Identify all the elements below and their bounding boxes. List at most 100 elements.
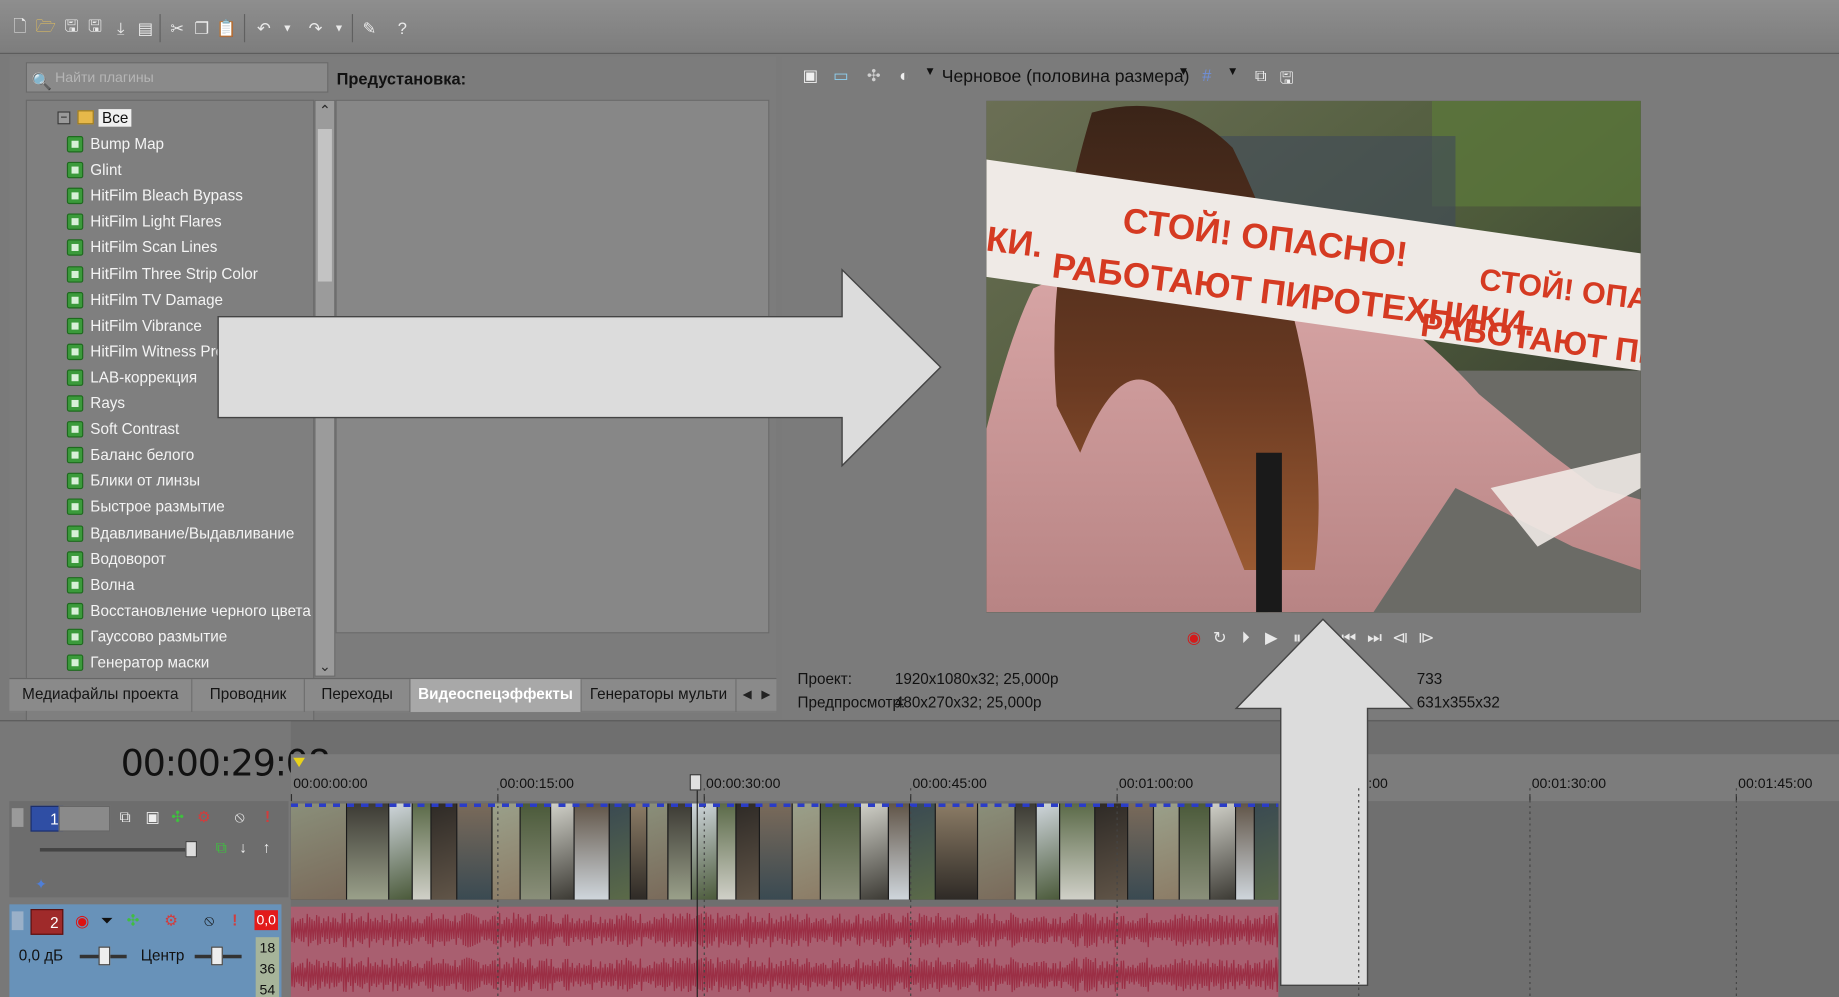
video-track-events[interactable] <box>290 803 1279 900</box>
arm-record-icon[interactable]: ◉ <box>75 911 89 931</box>
video-event-thumbnail[interactable] <box>1128 803 1155 900</box>
video-event-thumbnail[interactable] <box>290 803 348 900</box>
video-event-thumbnail[interactable] <box>347 803 390 900</box>
parent-composite-icon[interactable]: ⧉ <box>216 839 227 858</box>
track-fx-icon[interactable]: ✣ <box>171 808 184 827</box>
video-event-thumbnail[interactable] <box>520 803 552 900</box>
plugin-item[interactable]: Волна <box>66 572 134 598</box>
video-event-thumbnail[interactable] <box>1254 803 1279 900</box>
audio-fx-icon[interactable]: ✣ <box>127 911 140 930</box>
next-frame-icon[interactable]: ⧐ <box>1417 626 1436 647</box>
invert-phase-icon[interactable]: ⏷ <box>101 911 113 930</box>
play-from-start-icon[interactable]: ⏵ <box>1236 626 1255 647</box>
video-event-thumbnail[interactable] <box>1095 803 1129 900</box>
loop-region-marker[interactable] <box>293 757 305 768</box>
video-event-thumbnail[interactable] <box>717 803 737 900</box>
plugin-item[interactable]: HitFilm Vibrance <box>66 313 202 339</box>
video-event-thumbnail[interactable] <box>1015 803 1037 900</box>
new-file-icon[interactable]: 🗋 <box>9 16 30 39</box>
video-event-thumbnail[interactable] <box>457 803 493 900</box>
solo-icon[interactable]: ! <box>265 808 270 826</box>
plugin-item[interactable]: HitFilm Bleach Bypass <box>66 183 243 209</box>
project-properties-icon[interactable]: ▣ <box>800 66 821 89</box>
video-event-thumbnail[interactable] <box>609 803 631 900</box>
copy-snapshot-icon[interactable]: ⧉ <box>1250 66 1271 89</box>
audio-track-header[interactable]: 2 ◉ ⏷ ✣ ⚙ ⦸ ! 0,0 дБ Центр <box>9 904 282 997</box>
stop-icon[interactable]: ■ <box>1314 626 1333 647</box>
plugin-item[interactable]: HitFilm Scan Lines <box>66 235 217 261</box>
timeline-playhead[interactable] <box>696 774 698 997</box>
plugin-item[interactable]: Восстановление черного цвета <box>66 598 311 624</box>
automation-icon[interactable]: ⚙ <box>197 808 211 827</box>
level-slider-handle[interactable] <box>185 840 198 858</box>
video-event-thumbnail[interactable] <box>1210 803 1237 900</box>
video-event-thumbnail[interactable] <box>431 803 458 900</box>
fx-icon[interactable]: ✣ <box>863 66 884 89</box>
open-folder-icon[interactable]: 🗁 <box>35 16 56 39</box>
plugin-item[interactable]: HitFilm TV Damage <box>66 287 223 313</box>
mute-icon[interactable]: ⦸ <box>235 808 245 827</box>
plugin-item[interactable]: HitFilm Three Strip Color <box>66 261 258 287</box>
play-icon[interactable]: ▶ <box>1262 626 1281 647</box>
prev-frame-icon[interactable]: ⧏ <box>1391 626 1410 647</box>
video-event-thumbnail[interactable] <box>412 803 432 900</box>
render-icon[interactable]: ⤓ <box>110 16 131 39</box>
overlays-dropdown-icon[interactable]: ▼ <box>1222 66 1243 89</box>
audio-solo-icon[interactable]: ! <box>232 911 237 929</box>
plugin-item[interactable]: Bump Map <box>66 131 164 157</box>
tab-transitions[interactable]: Переходы <box>305 679 411 712</box>
tab-media-generators[interactable]: Генераторы мульти <box>582 679 737 712</box>
split-screen-icon[interactable]: ◐ <box>894 66 915 89</box>
video-event-thumbnail[interactable] <box>910 803 936 900</box>
video-event-thumbnail[interactable] <box>389 803 413 900</box>
plugin-item[interactable]: Rays <box>66 391 125 417</box>
track-motion-icon[interactable]: ⧉ <box>120 808 131 827</box>
loop-icon[interactable]: ↻ <box>1210 626 1229 647</box>
plugin-item[interactable]: HitFilm Light Flares <box>66 209 222 235</box>
split-dropdown-icon[interactable]: ▼ <box>919 66 940 89</box>
video-event-thumbnail[interactable] <box>1179 803 1211 900</box>
search-plugins-input[interactable]: 🔍 Найти плагины <box>25 62 329 93</box>
go-to-end-icon[interactable]: ⏭ <box>1365 626 1384 647</box>
audio-mute-icon[interactable]: ⦸ <box>204 911 214 930</box>
collapse-icon[interactable]: − <box>57 110 71 124</box>
tab-project-media[interactable]: Медиафайлы проекта <box>9 679 193 712</box>
plugin-item[interactable]: Генератор маски <box>66 650 209 676</box>
video-event-thumbnail[interactable] <box>820 803 861 900</box>
save-as-icon[interactable]: 🖫 <box>84 16 105 39</box>
video-event-thumbnail[interactable] <box>630 803 648 900</box>
scroll-thumb[interactable] <box>317 129 332 282</box>
plugin-item[interactable]: Glint <box>66 157 122 183</box>
make-compositing-parent-icon[interactable]: ↑ <box>263 839 271 857</box>
save-icon[interactable]: 🖫 <box>61 16 82 39</box>
help-icon[interactable]: ✎ <box>359 16 380 39</box>
undo-dropdown-icon[interactable]: ▼ <box>277 16 298 39</box>
pan-slider-handle[interactable] <box>211 946 223 966</box>
plugin-tree-scrollbar[interactable]: ⌃ ⌄ <box>314 99 336 677</box>
plugin-item[interactable]: HitFilm Witness Prote <box>66 339 237 365</box>
overlays-icon[interactable]: # <box>1196 66 1217 89</box>
video-event-thumbnail[interactable] <box>860 803 890 900</box>
expand-keyframes-icon[interactable]: ✦ <box>35 876 47 892</box>
redo-icon[interactable]: ↷ <box>305 16 326 39</box>
video-event-thumbnail[interactable] <box>1060 803 1096 900</box>
tab-explorer[interactable]: Проводник <box>192 679 305 712</box>
make-compositing-child-icon[interactable]: ↓ <box>239 839 247 857</box>
copy-icon[interactable]: ❐ <box>191 16 212 39</box>
plugin-item[interactable]: Вдавливание/Выдавливание <box>66 520 294 546</box>
video-event-thumbnail[interactable] <box>574 803 610 900</box>
video-event-thumbnail[interactable] <box>889 803 911 900</box>
video-event-thumbnail[interactable] <box>736 803 760 900</box>
track-name-field[interactable] <box>58 805 111 832</box>
tree-root-all[interactable]: − Все <box>57 106 132 129</box>
video-event-thumbnail[interactable] <box>647 803 669 900</box>
go-to-start-icon[interactable]: ⏮ <box>1339 626 1358 647</box>
save-snapshot-icon[interactable]: 🖫 <box>1276 66 1297 89</box>
plugin-item[interactable]: Быстрое размытие <box>66 494 225 520</box>
audio-track-events[interactable] <box>290 906 1279 997</box>
video-event-thumbnail[interactable] <box>759 803 793 900</box>
redo-dropdown-icon[interactable]: ▼ <box>328 16 349 39</box>
cut-icon[interactable]: ✂ <box>167 16 188 39</box>
record-icon[interactable]: ◉ <box>1185 626 1204 647</box>
video-event-thumbnail[interactable] <box>668 803 692 900</box>
